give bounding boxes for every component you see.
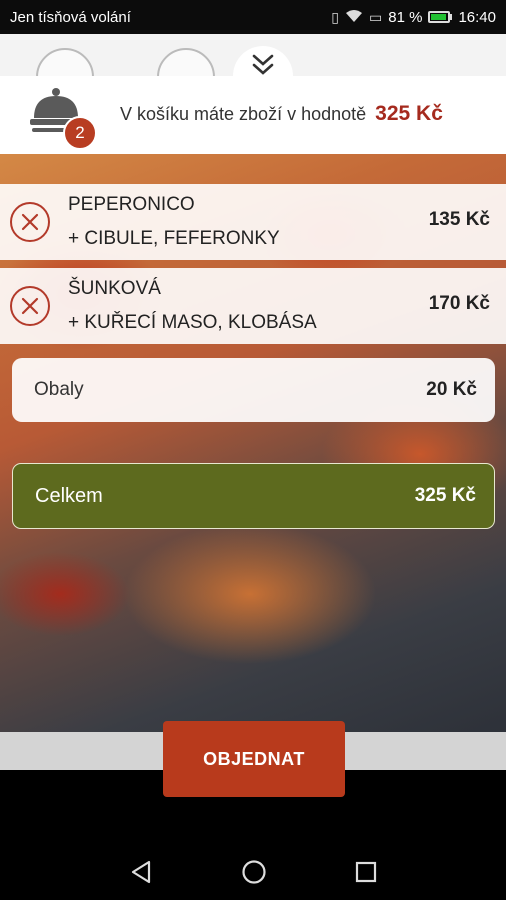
cart-item-name-block: PEPERONICO + CIBULE, FEFERONKY (68, 188, 280, 256)
packaging-label: Obaly (34, 379, 84, 400)
cart-item-extras: + CIBULE, FEFERONKY (68, 228, 280, 249)
packaging-row: Obaly 20 Kč (12, 358, 495, 422)
remove-circle-x-icon (21, 297, 39, 315)
home-circle-icon (242, 860, 266, 884)
navigation-bar (0, 842, 506, 900)
remove-item-button[interactable] (10, 286, 50, 326)
total-label: Celkem (35, 484, 103, 507)
wifi-icon (345, 9, 363, 26)
double-chevron-down-icon (252, 54, 274, 75)
cart-item-name: ŠUNKOVÁ (68, 278, 161, 299)
cart-count-badge: 2 (63, 116, 97, 150)
recents-square-icon (355, 861, 377, 883)
recents-button[interactable] (352, 858, 380, 886)
cart-item-price: 170 Kč (428, 293, 490, 314)
back-button[interactable] (127, 858, 155, 886)
carrier-label: Jen tísňová volání (10, 8, 131, 26)
cart-item: ŠUNKOVÁ + KUŘECÍ MASO, KLOBÁSA 170 Kč (0, 268, 506, 344)
back-triangle-icon (131, 860, 151, 884)
cart-summary: V košíku máte zboží v hodnotě 325 Kč (120, 102, 443, 126)
remove-item-button[interactable] (10, 202, 50, 242)
order-button[interactable]: OBJEDNAT (163, 721, 345, 797)
cart-item-extras: + KUŘECÍ MASO, KLOBÁSA (68, 312, 317, 333)
sim-icon: ▭ (369, 8, 383, 25)
vibrate-icon: ▯ (331, 8, 340, 25)
packaging-price: 20 Kč (426, 379, 477, 400)
cart-item-price: 135 Kč (428, 209, 490, 230)
remove-circle-x-icon (21, 213, 39, 231)
cart-item: PEPERONICO + CIBULE, FEFERONKY 135 Kč (0, 184, 506, 260)
cart-summary-total: 325 Kč (375, 102, 443, 125)
status-icons: ▯ ▭ 81 % 16:40 (331, 9, 496, 26)
cart-item-name-block: ŠUNKOVÁ + KUŘECÍ MASO, KLOBÁSA (68, 272, 317, 340)
total-row: Celkem 325 Kč (12, 463, 495, 529)
home-button[interactable] (240, 858, 268, 886)
clock: 16:40 (458, 8, 496, 26)
cart-summary-text: V košíku máte zboží v hodnotě (120, 104, 367, 124)
total-price: 325 Kč (414, 485, 476, 506)
collapse-cart-button[interactable] (233, 46, 293, 106)
battery-icon (428, 11, 453, 23)
status-bar: Jen tísňová volání ▯ ▭ 81 % 16:40 (0, 0, 506, 34)
cart-item-name: PEPERONICO (68, 194, 195, 215)
battery-percent: 81 % (388, 8, 423, 26)
